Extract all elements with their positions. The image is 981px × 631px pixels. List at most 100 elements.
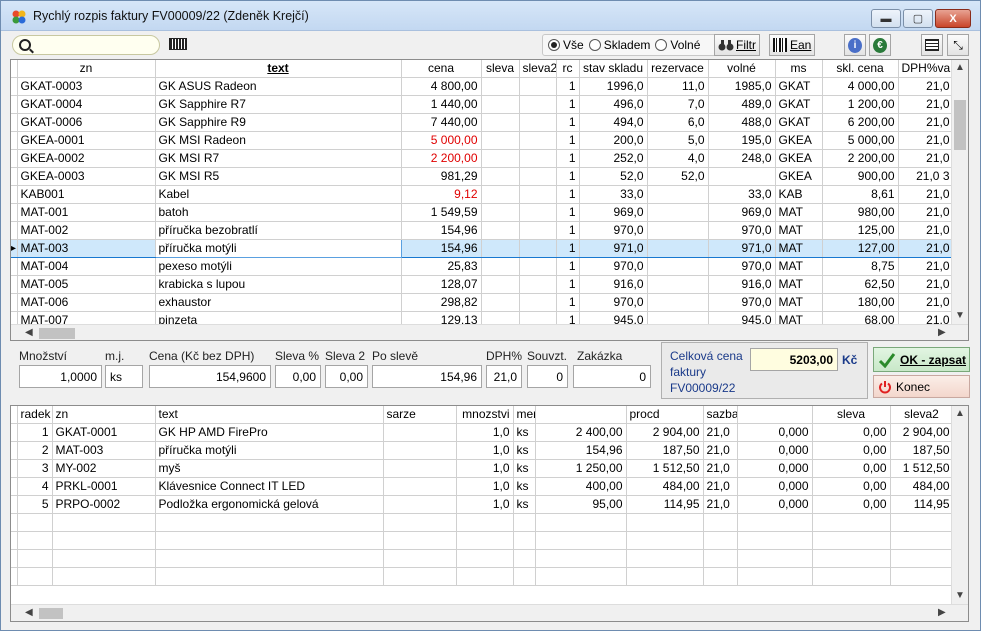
cell-8[interactable]: 248,0 [708, 149, 776, 168]
cell-7[interactable] [647, 275, 709, 294]
cell-2[interactable]: 25,83 [401, 257, 482, 276]
table-row[interactable]: GKAT-0006 GK Sapphire R9 7 440,00 1 494,0 6,0… [11, 113, 954, 132]
cell-10[interactable]: 62,50 [822, 275, 899, 294]
product-vscroll[interactable]: ▲ ▼ [951, 60, 968, 324]
lines-cell-1[interactable]: MY-002 [52, 459, 156, 478]
cell-7[interactable] [647, 221, 709, 240]
lines-cell-11[interactable]: 2 904,00 [890, 423, 954, 442]
product-hscroll-thumb[interactable] [39, 328, 75, 339]
lines-cell-10[interactable]: 0,00 [812, 441, 891, 460]
cell-11[interactable]: 21,0 [898, 221, 954, 240]
lines-cell-0[interactable]: 5 [17, 495, 53, 514]
lines-cell-0[interactable]: 3 [17, 459, 53, 478]
lines-header-zn[interactable]: zn [52, 406, 156, 424]
table-row[interactable]: MAT-006 exhaustor 298,82 1 970,0 970,0 MAT 180,… [11, 293, 954, 312]
cell-9[interactable]: GKAT [775, 113, 823, 132]
ean-button[interactable]: Ean [769, 34, 816, 56]
cell-11[interactable]: 21,0 [898, 275, 954, 294]
maximize-button[interactable]: ▢ [903, 9, 933, 28]
cell-0[interactable]: MAT-001 [17, 203, 156, 222]
cell-10[interactable]: 180,00 [822, 293, 899, 312]
cell-8[interactable] [708, 167, 776, 186]
cell-5[interactable]: 1 [556, 185, 580, 204]
cell-6[interactable]: 33,0 [579, 185, 648, 204]
lines-header-sleva2[interactable]: sleva2 [890, 406, 954, 424]
cell-1[interactable]: GK ASUS Radeon [155, 77, 402, 96]
lines-cell-3[interactable] [383, 495, 457, 514]
cell-9[interactable]: GKAT [775, 77, 823, 96]
table-row[interactable]: GKEA-0001 GK MSI Radeon 5 000,00 1 200,0 5,0 1… [11, 131, 954, 150]
cell-6[interactable]: 200,0 [579, 131, 648, 150]
cell-2[interactable]: 298,82 [401, 293, 482, 312]
cell-10[interactable]: 125,00 [822, 221, 899, 240]
cell-7[interactable] [647, 185, 709, 204]
cell-0[interactable]: MAT-002 [17, 221, 156, 240]
lines-cell-5[interactable]: ks [513, 477, 536, 496]
cell-10[interactable]: 6 200,00 [822, 113, 899, 132]
lines-cell-10[interactable]: 0,00 [812, 495, 891, 514]
lines-cell-0[interactable]: 2 [17, 441, 53, 460]
cell-2[interactable]: 7 440,00 [401, 113, 482, 132]
cell-11[interactable]: 21,0 [898, 131, 954, 150]
column-header-text[interactable]: text [155, 60, 402, 78]
cell-3[interactable] [481, 257, 520, 276]
table-row[interactable]: ▸ MAT-003 příručka motýli 154,96 1 971,0 971,0… [11, 238, 954, 258]
lines-cell-1[interactable]: GKAT-0001 [52, 423, 156, 442]
minimize-button[interactable]: ▬ [871, 9, 901, 28]
cell-5[interactable]: 1 [556, 221, 580, 240]
lines-cell-8[interactable]: 21,0 [703, 441, 738, 460]
resize-button[interactable]: ⤡ [947, 34, 969, 56]
cell-9[interactable]: MAT [775, 221, 823, 240]
cell-2[interactable]: 128,07 [401, 275, 482, 294]
lines-cell-6[interactable]: 95,00 [535, 495, 627, 514]
column-header-zn[interactable]: zn [17, 60, 156, 78]
cell-3[interactable] [481, 275, 520, 294]
cell-10[interactable]: 1 200,00 [822, 95, 899, 114]
cell-6[interactable]: 970,0 [579, 221, 648, 240]
cell-9[interactable]: KAB [775, 185, 823, 204]
lines-cell-5[interactable]: ks [513, 459, 536, 478]
cell-3[interactable] [481, 203, 520, 222]
cell-8[interactable]: 916,0 [708, 275, 776, 294]
lines-cell-2[interactable]: myš [155, 459, 384, 478]
cell-10[interactable]: 5 000,00 [822, 131, 899, 150]
lines-cell-10[interactable]: 0,00 [812, 477, 891, 496]
cell-5[interactable]: 1 [556, 131, 580, 150]
lines-cell-9[interactable]: 0,000 [737, 459, 813, 478]
lines-cell-5[interactable]: ks [513, 495, 536, 514]
cell-4[interactable] [519, 238, 557, 258]
cell-9[interactable]: GKAT [775, 95, 823, 114]
lines-cell-7[interactable]: 484,00 [626, 477, 704, 496]
lines-cell-1[interactable]: PRPO-0002 [52, 495, 156, 514]
cell-8[interactable]: 970,0 [708, 293, 776, 312]
radio-all[interactable]: Vše [548, 38, 584, 52]
cell-9[interactable]: MAT [775, 257, 823, 276]
cell-7[interactable]: 6,0 [647, 113, 709, 132]
cell-4[interactable] [519, 275, 557, 294]
column-header-skl-cena[interactable]: skl. cena [822, 60, 899, 78]
cell-6[interactable]: 971,0 [579, 238, 648, 258]
cell-3[interactable] [481, 77, 520, 96]
cell-3[interactable] [481, 238, 520, 258]
lines-cell-4[interactable]: 1,0 [456, 477, 514, 496]
lines-cell-11[interactable]: 114,95 [890, 495, 954, 514]
lines-hscroll[interactable]: ◀ ▶ [11, 604, 968, 621]
cell-9[interactable]: MAT [775, 275, 823, 294]
cell-7[interactable]: 11,0 [647, 77, 709, 96]
lines-header-blank-6[interactable] [535, 406, 627, 424]
column-header-stav-skladu[interactable]: stav skladu [579, 60, 648, 78]
lines-cell-5[interactable]: ks [513, 423, 536, 442]
cell-10[interactable]: 980,00 [822, 203, 899, 222]
cell-6[interactable]: 1996,0 [579, 77, 648, 96]
radio-in-stock[interactable]: Skladem [588, 38, 650, 52]
cell-4[interactable] [519, 167, 557, 186]
cell-0[interactable]: GKAT-0006 [17, 113, 156, 132]
cell-4[interactable] [519, 203, 557, 222]
lines-cell-7[interactable]: 2 904,00 [626, 423, 704, 442]
cell-5[interactable]: 1 [556, 275, 580, 294]
lines-header-sazba[interactable]: sazba [703, 406, 738, 424]
cell-1[interactable]: příručka motýli [154, 238, 402, 258]
lines-header-blank-9[interactable] [737, 406, 813, 424]
cell-4[interactable] [519, 77, 557, 96]
lines-row[interactable]: 1 GKAT-0001 GK HP AMD FirePro 1,0 ks 2 400,00… [11, 423, 954, 442]
